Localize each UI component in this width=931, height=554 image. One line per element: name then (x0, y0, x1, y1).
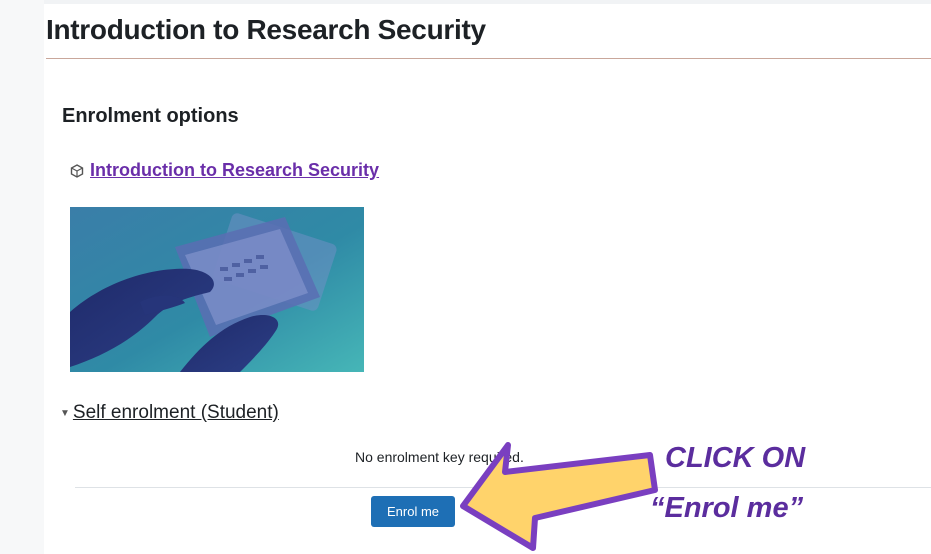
callout-text-line2: “Enrol me” (650, 492, 804, 524)
callout-text-line1: CLICK ON (665, 442, 806, 474)
